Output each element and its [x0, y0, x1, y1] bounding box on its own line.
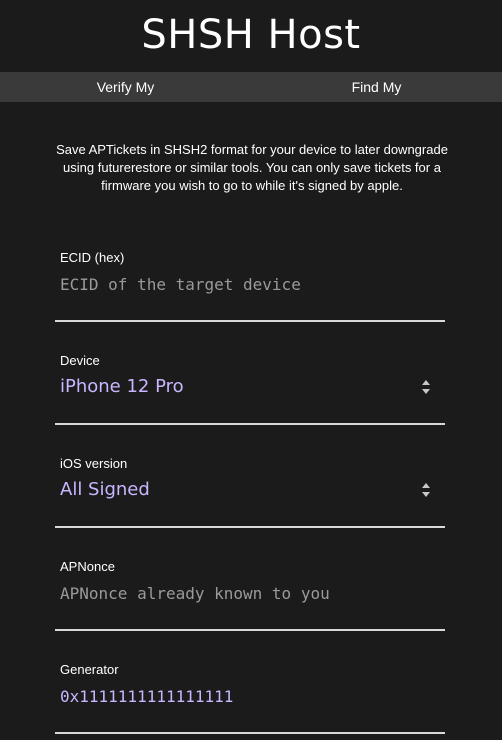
device-field: Device iPhone 12 Pro: [55, 353, 445, 425]
shsh-host-page: SHSH Host Verify My Find My Save APTicke…: [0, 0, 502, 740]
apnonce-label: APNonce: [60, 559, 115, 574]
ios-version-select[interactable]: All Signed: [60, 478, 150, 502]
generator-field: Generator: [55, 662, 445, 734]
ecid-label: ECID (hex): [60, 250, 125, 265]
updown-chevron-icon: [422, 483, 430, 497]
apnonce-field: APNonce: [55, 559, 445, 631]
updown-chevron-icon: [422, 380, 430, 394]
app-title: SHSH Host: [141, 12, 361, 58]
apnonce-input[interactable]: [60, 579, 430, 607]
ios-version-label: iOS version: [60, 456, 128, 471]
generator-input[interactable]: [60, 682, 430, 710]
ios-version-field: iOS version All Signed: [55, 456, 445, 528]
generator-label: Generator: [60, 662, 119, 677]
nav-verify-my[interactable]: Verify My: [0, 72, 251, 102]
ecid-field: ECID (hex): [55, 250, 445, 322]
device-label: Device: [60, 353, 100, 368]
device-select[interactable]: iPhone 12 Pro: [60, 375, 184, 399]
nav-find-my[interactable]: Find My: [251, 72, 502, 102]
ecid-input[interactable]: [60, 270, 430, 298]
top-nav: Verify My Find My: [0, 72, 502, 102]
intro-text: Save APTickets in SHSH2 format for your …: [56, 142, 448, 193]
